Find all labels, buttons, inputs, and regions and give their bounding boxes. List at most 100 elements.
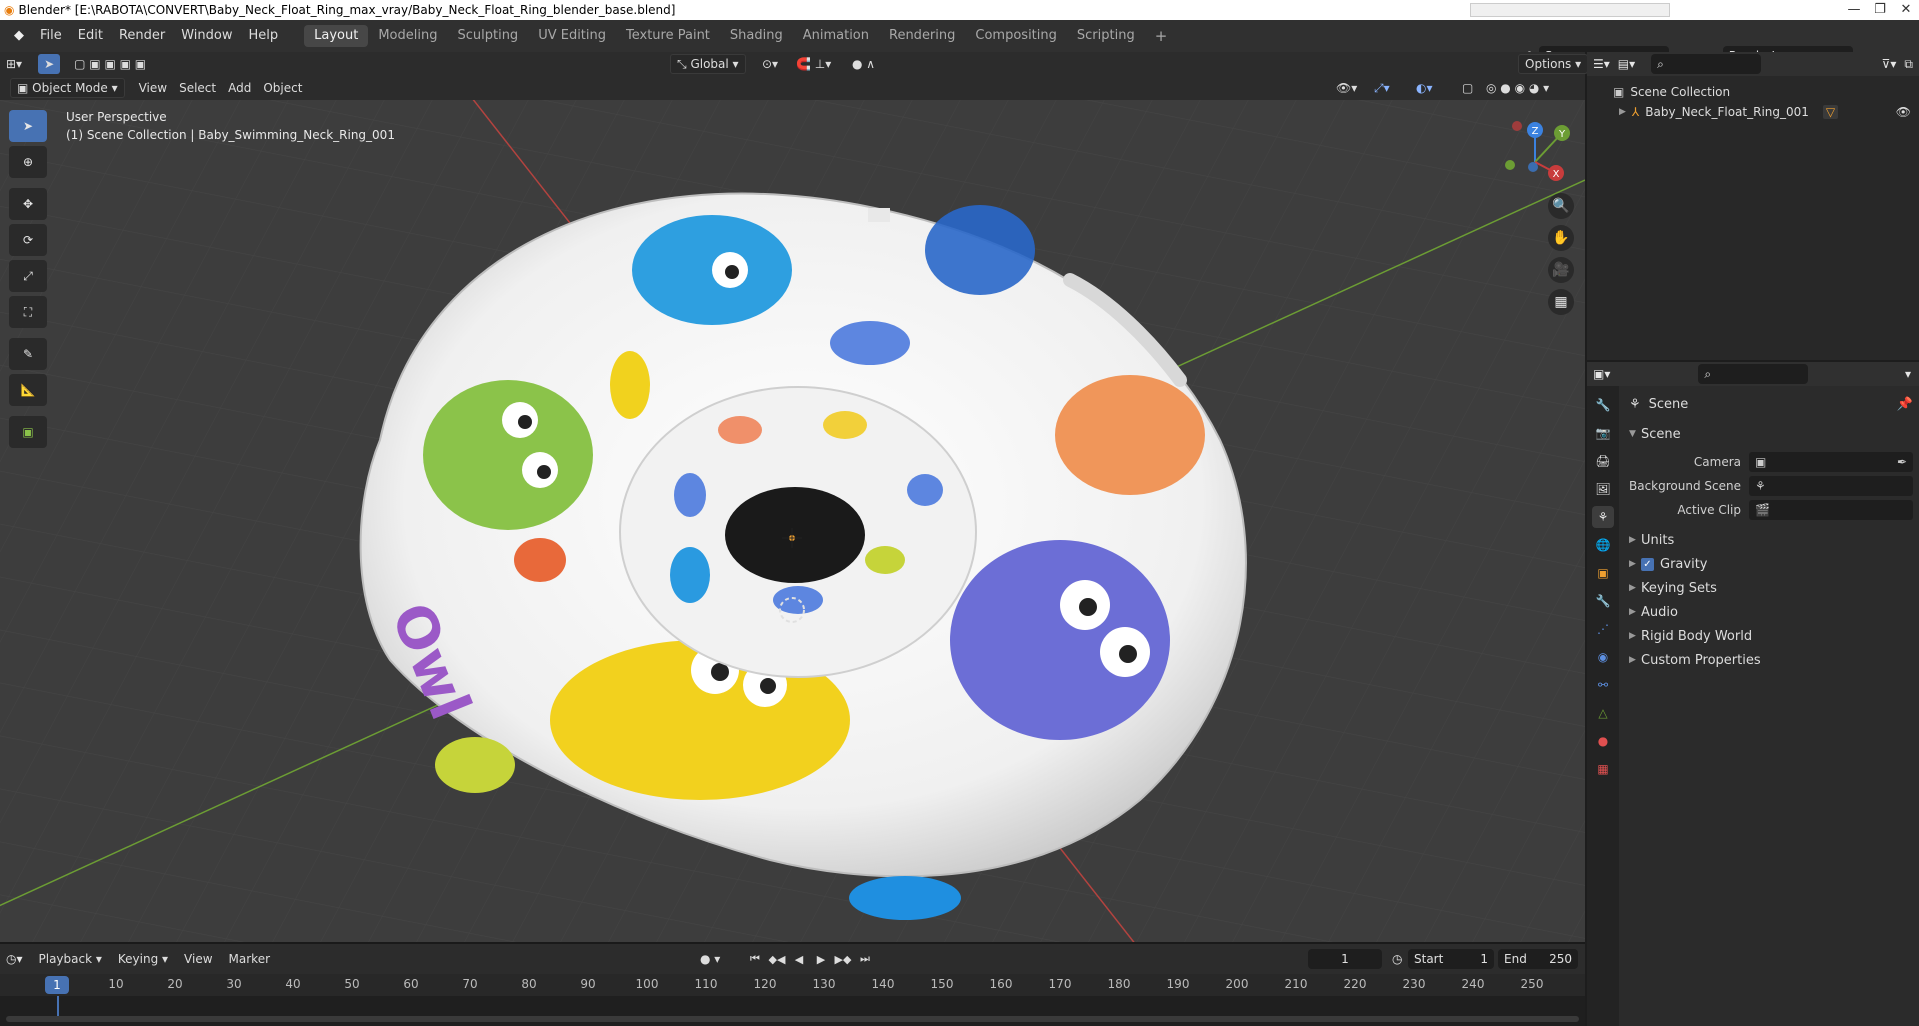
filter-icon[interactable]: ⊽▾ <box>1882 57 1897 71</box>
rigid-body-world-section[interactable]: ▶ Rigid Body World <box>1625 624 1913 648</box>
camera-field[interactable]: ▣ ✒ <box>1749 452 1913 472</box>
transform-tool-icon[interactable]: ⛶ <box>9 296 47 328</box>
menu-help[interactable]: Help <box>241 20 287 52</box>
world-tab-icon[interactable]: 🌐 <box>1592 534 1614 556</box>
eye-icon[interactable]: 👁 <box>1896 105 1911 119</box>
custom-properties-section[interactable]: ▶ Custom Properties <box>1625 648 1913 672</box>
background-scene-field[interactable]: ⚘ <box>1749 476 1913 496</box>
timeline-ruler[interactable]: 1 10 20 30 40 50 60 70 80 90 100 110 120 130 140 150 16… <box>0 974 1585 996</box>
properties-search[interactable]: ⌕ <box>1698 364 1809 384</box>
viewport-menu-add[interactable]: Add <box>222 78 257 98</box>
object-tab-icon[interactable]: ▣ <box>1592 562 1614 584</box>
navigation-gizmo[interactable]: Z Y X <box>1495 120 1575 200</box>
tool-tab-icon[interactable]: 🔧 <box>1592 394 1614 416</box>
gizmo-neg-x-ball[interactable] <box>1512 121 1522 131</box>
window-search-box[interactable] <box>1470 3 1670 17</box>
keying-sets-section[interactable]: ▶ Keying Sets <box>1625 576 1913 600</box>
texture-tab-icon[interactable]: ▦ <box>1592 758 1614 780</box>
prev-keyframe-icon[interactable]: ◆◀ <box>768 950 786 968</box>
new-collection-icon[interactable]: ⧉ <box>1904 57 1913 72</box>
select-box-tool-icon[interactable]: ➤ <box>9 110 47 142</box>
current-frame-field[interactable]: 1 <box>1308 949 1382 969</box>
display-mode-icon[interactable]: ▤▾ <box>1618 57 1635 71</box>
outliner-editor-icon[interactable]: ☰▾ <box>1593 57 1610 71</box>
scene-tab-icon[interactable]: ⚘ <box>1592 506 1614 528</box>
render-tab-icon[interactable]: 📷 <box>1592 422 1614 444</box>
timeline-menu-keying[interactable]: Keying ▾ <box>112 949 174 969</box>
gravity-checkbox[interactable]: ✓ <box>1641 557 1654 571</box>
blender-menu-icon[interactable]: ◆ <box>6 20 32 52</box>
particles-tab-icon[interactable]: ⋰ <box>1592 618 1614 640</box>
data-tab-icon[interactable]: △ <box>1592 702 1614 724</box>
audio-section[interactable]: ▶ Audio <box>1625 600 1913 624</box>
play-icon[interactable]: ▶ <box>812 950 830 968</box>
timeline-editor-icon[interactable]: ◷▾ <box>6 952 23 966</box>
clock-icon[interactable]: ◷ <box>1392 952 1402 966</box>
timeline-body[interactable] <box>0 996 1585 1026</box>
physics-tab-icon[interactable]: ◉ <box>1592 646 1614 668</box>
cursor-tool-icon[interactable]: ⊕ <box>9 146 47 178</box>
snap-icon[interactable]: 🧲 ⊥▾ <box>790 54 837 74</box>
timeline-menu-marker[interactable]: Marker <box>223 949 276 969</box>
transform-orientation-dropdown[interactable]: ⤡ Global ▾ <box>670 54 746 74</box>
visibility-icon[interactable]: 👁▾ <box>1330 78 1363 98</box>
outliner-root-row[interactable]: ▣ Scene Collection <box>1613 82 1919 102</box>
scale-tool-icon[interactable]: ⤢ <box>9 260 47 292</box>
properties-editor-icon[interactable]: ▣▾ <box>1593 367 1610 381</box>
tab-uv-editing[interactable]: UV Editing <box>528 25 616 47</box>
3d-viewport[interactable]: Owl <box>0 100 1585 942</box>
editor-type-icon[interactable]: ⊞▾ <box>0 54 28 74</box>
viewport-menu-view[interactable]: View <box>133 78 173 98</box>
timeline-menu-view[interactable]: View <box>178 949 218 969</box>
view-layer-tab-icon[interactable]: 🖼 <box>1592 478 1614 500</box>
select-mode-icons[interactable]: ▢ ▣ ▣ ▣ ▣ <box>68 54 152 74</box>
output-tab-icon[interactable]: 🖨 <box>1592 450 1614 472</box>
gizmo-toggle-icon[interactable]: ⤢▾ <box>1368 78 1396 98</box>
tab-sculpting[interactable]: Sculpting <box>447 25 528 47</box>
material-tab-icon[interactable]: ● <box>1592 730 1614 752</box>
maximize-icon[interactable]: ❐ <box>1867 0 1893 20</box>
add-cube-tool-icon[interactable]: ▣ <box>9 416 47 448</box>
gravity-section[interactable]: ▶ ✓ Gravity <box>1625 552 1913 576</box>
gizmo-neg-z-ball[interactable] <box>1528 162 1538 172</box>
properties-options-icon[interactable]: ▾ <box>1905 367 1911 381</box>
start-frame-field[interactable]: Start 1 <box>1408 949 1494 969</box>
next-keyframe-icon[interactable]: ▶◆ <box>834 950 852 968</box>
menu-file[interactable]: File <box>32 20 70 52</box>
measure-tool-icon[interactable]: 📐 <box>9 374 47 406</box>
gizmo-neg-y-ball[interactable] <box>1505 160 1515 170</box>
tab-animation[interactable]: Animation <box>793 25 879 47</box>
tab-texture-paint[interactable]: Texture Paint <box>616 25 720 47</box>
scene-section-header[interactable]: ▼ Scene <box>1625 422 1913 446</box>
tab-shading[interactable]: Shading <box>720 25 793 47</box>
jump-start-icon[interactable]: ⏮ <box>746 950 764 968</box>
active-clip-field[interactable]: 🎬 <box>1749 500 1913 520</box>
viewport-menu-select[interactable]: Select <box>173 78 222 98</box>
menu-edit[interactable]: Edit <box>70 20 111 52</box>
annotate-tool-icon[interactable]: ✎ <box>9 338 47 370</box>
outliner-item-row[interactable]: ▶ ⅄ Baby_Neck_Float_Ring_001 ▽ 👁 <box>1613 102 1919 122</box>
minimize-icon[interactable]: — <box>1841 0 1867 20</box>
tab-modeling[interactable]: Modeling <box>368 25 447 47</box>
expand-arrow-icon[interactable]: ▶ <box>1619 107 1626 117</box>
add-workspace-icon[interactable]: + <box>1145 25 1178 47</box>
xray-icon[interactable]: ▢ <box>1456 78 1479 98</box>
tab-compositing[interactable]: Compositing <box>965 25 1067 47</box>
tab-layout[interactable]: Layout <box>304 25 369 47</box>
play-reverse-icon[interactable]: ◀ <box>790 950 808 968</box>
options-button[interactable]: Options ▾ <box>1518 54 1589 74</box>
pivot-icon[interactable]: ⊙▾ <box>756 54 784 74</box>
move-tool-icon[interactable]: ✥ <box>9 188 47 220</box>
jump-end-icon[interactable]: ⏭ <box>856 950 874 968</box>
eyedropper-icon[interactable]: ✒ <box>1897 455 1907 469</box>
viewport-menu-object[interactable]: Object <box>257 78 308 98</box>
tab-scripting[interactable]: Scripting <box>1067 25 1145 47</box>
rotate-tool-icon[interactable]: ⟳ <box>9 224 47 256</box>
menu-window[interactable]: Window <box>173 20 240 52</box>
zoom-icon[interactable]: 🔍 <box>1548 193 1574 219</box>
pin-icon[interactable]: 📌 <box>1897 397 1913 412</box>
modifier-tab-icon[interactable]: 🔧 <box>1592 590 1614 612</box>
timeline-scrollbar[interactable] <box>6 1016 1579 1022</box>
camera-view-icon[interactable]: 🎥 <box>1548 257 1574 283</box>
outliner-search[interactable]: ⌕ <box>1651 54 1762 74</box>
